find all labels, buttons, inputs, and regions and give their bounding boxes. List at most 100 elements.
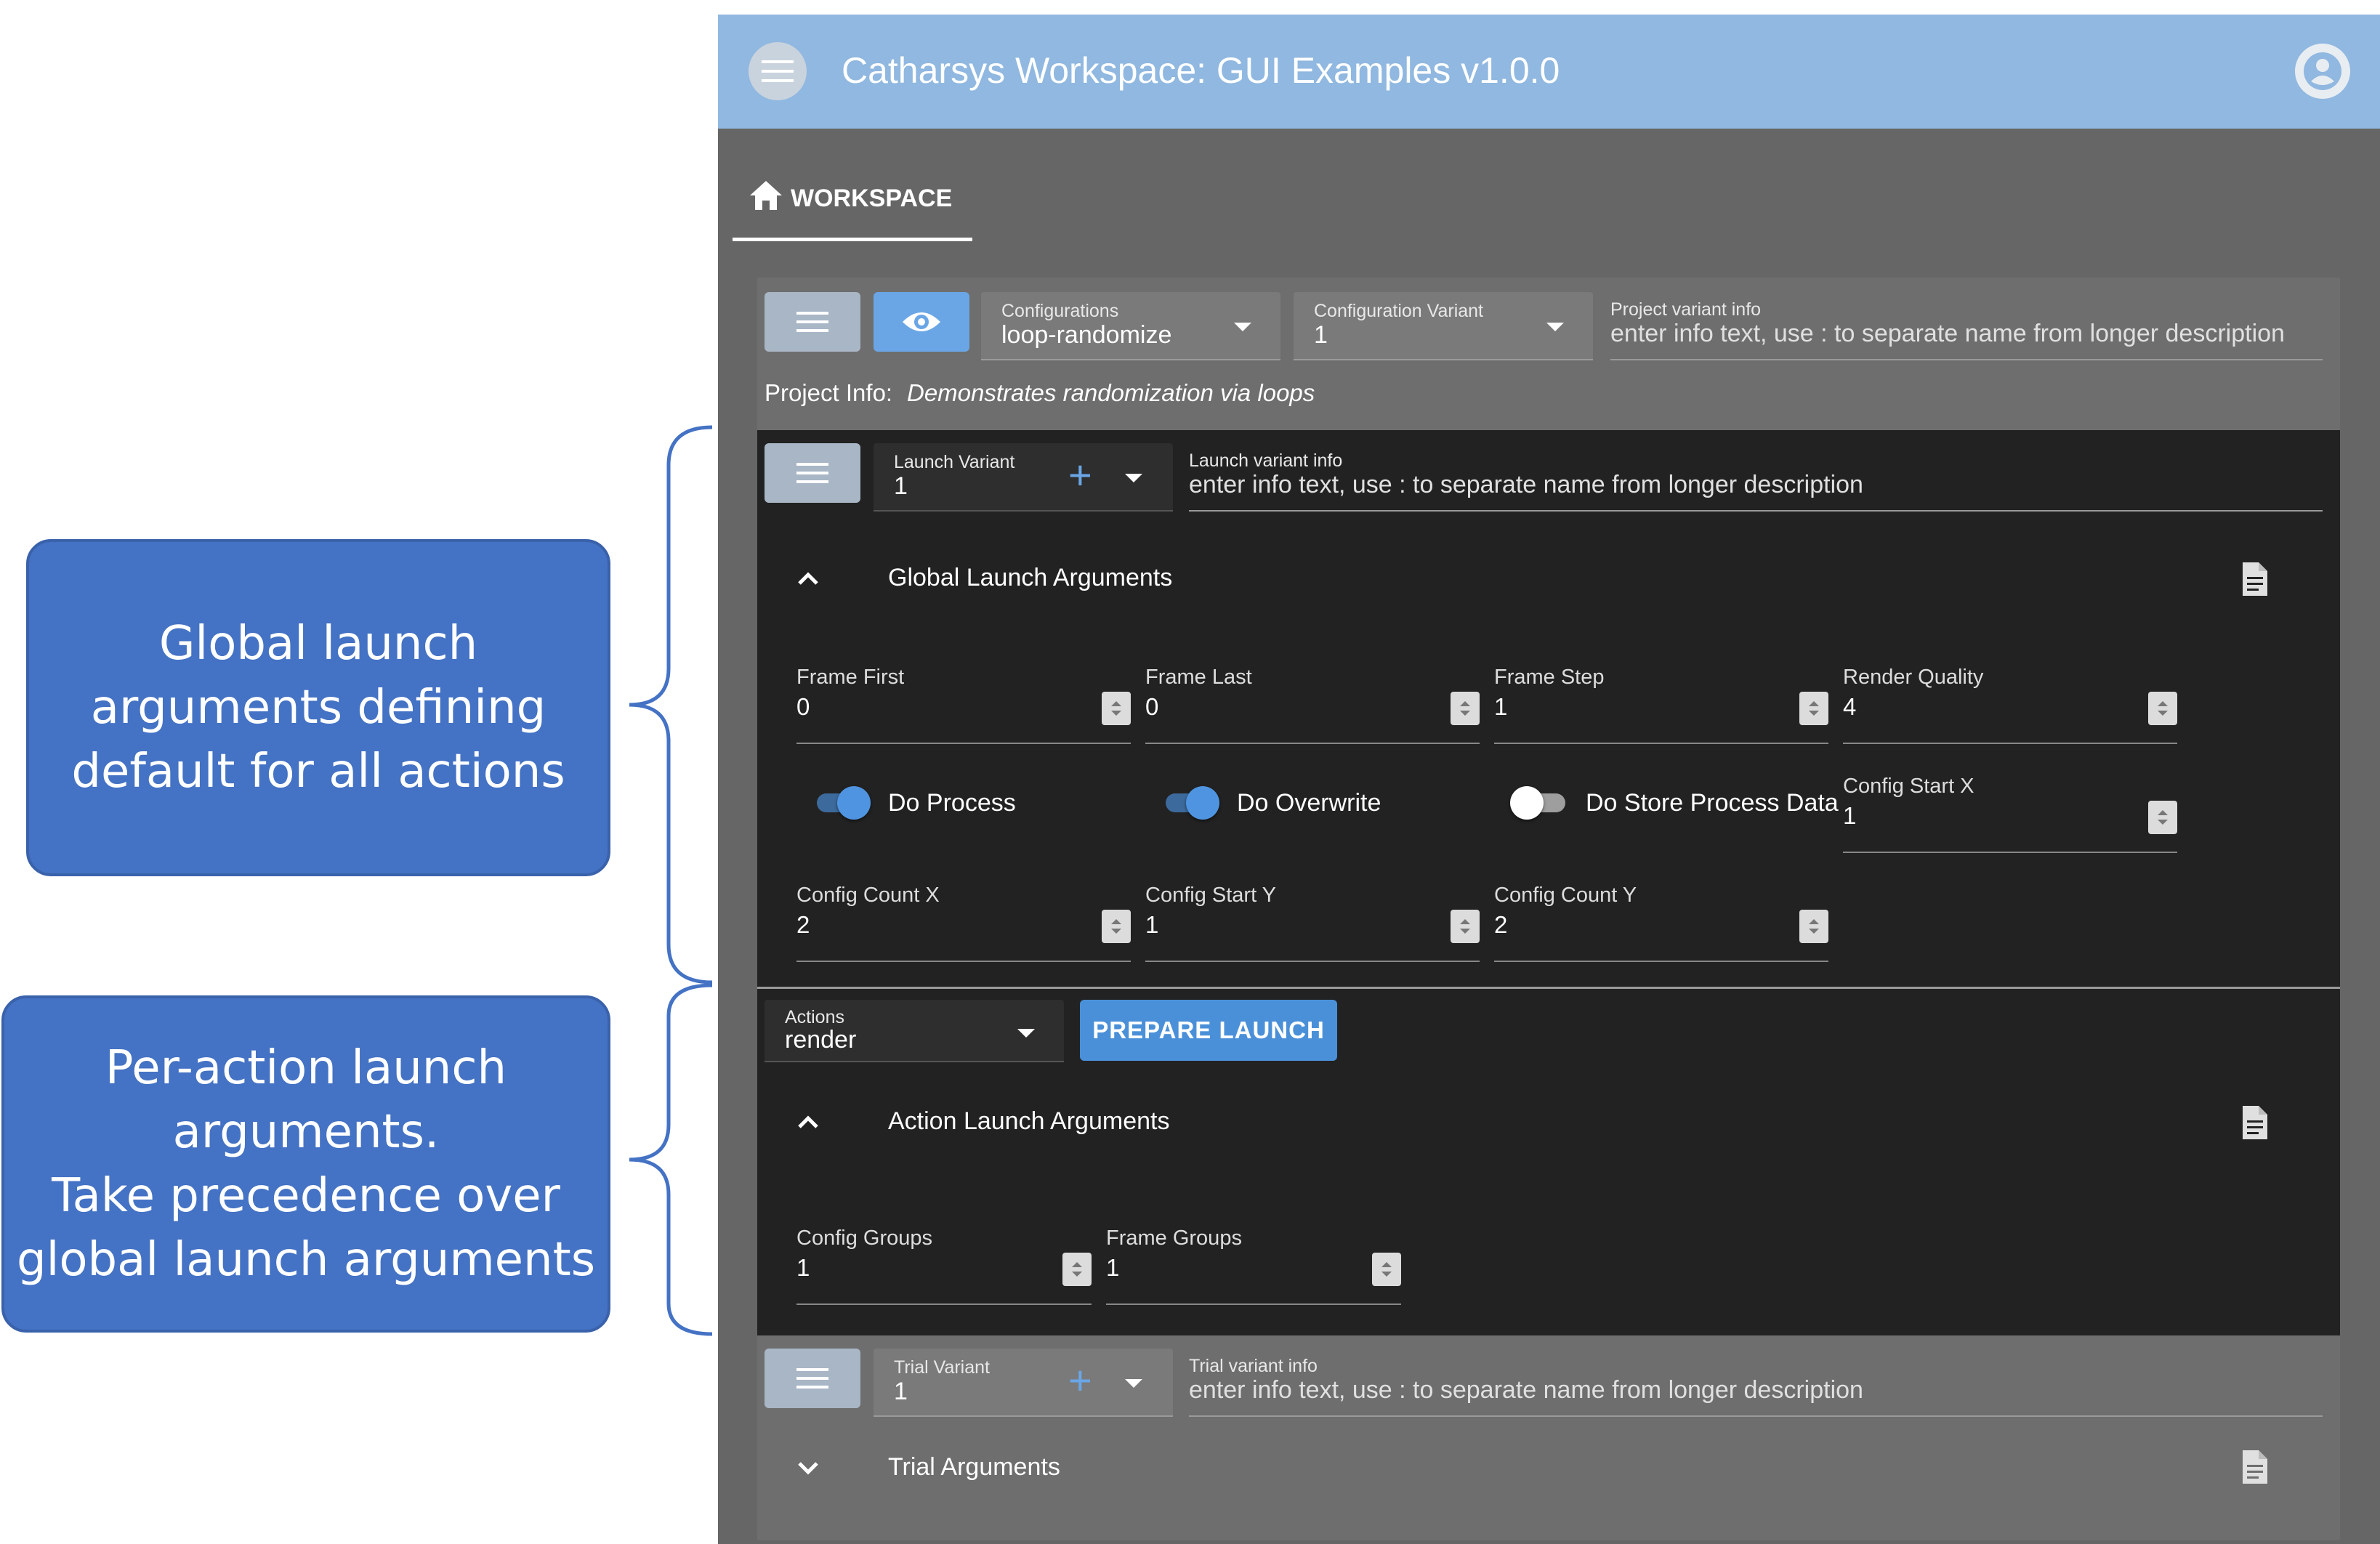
launch-variant-value: 1 [894,472,908,500]
config-variant-value: 1 [1314,321,1328,349]
configurations-value: loop-randomize [1001,321,1172,349]
launch-variant-caption: Launch Variant [894,452,1015,472]
eye-icon [903,312,940,331]
launch-panel: Launch Variant 1 + Launch variant info e… [757,430,2340,1004]
trial-variant-info-field[interactable]: Trial variant info enter info text, use … [1189,1349,2323,1417]
render-quality-field[interactable]: Render Quality 4 [1843,661,2177,744]
brace-global [629,425,713,985]
config-count-y-value: 2 [1494,911,1508,938]
do-overwrite-label: Do Overwrite [1237,789,1381,817]
stepper-icon[interactable] [1451,910,1480,943]
document-icon[interactable] [2240,1449,2269,1485]
do-store-process-data-label: Do Store Process Data [1586,789,1839,817]
callout-global-text: Global launch arguments defining default… [71,617,565,799]
stepper-icon[interactable] [1799,692,1828,725]
launch-variant-info-placeholder: enter info text, use : to separate name … [1189,471,1863,498]
config-groups-label: Config Groups [796,1226,932,1250]
tab-workspace[interactable]: WORKSPACE [733,158,972,241]
config-variant-select[interactable]: Configuration Variant 1 [1294,292,1593,360]
do-process-label: Do Process [888,789,1016,817]
stepper-icon[interactable] [1451,692,1480,725]
config-start-y-label: Config Start Y [1145,884,1277,907]
callout-global-args: Global launch arguments defining default… [26,539,610,876]
launch-menu-button[interactable] [765,443,860,503]
configurations-select[interactable]: Configurations loop-randomize [981,292,1280,360]
launch-variant-select[interactable]: Launch Variant 1 + [874,443,1173,512]
project-variant-info-placeholder: enter info text, use : to separate name … [1610,320,2285,347]
do-process-toggle[interactable] [812,785,871,820]
frame-groups-label: Frame Groups [1106,1226,1242,1250]
config-groups-field[interactable]: Config Groups 1 [796,1222,1092,1305]
frame-step-field[interactable]: Frame Step 1 [1494,661,1828,744]
stepper-icon[interactable] [1062,1253,1092,1286]
project-variant-info-field[interactable]: Project variant info enter info text, us… [1610,292,2323,360]
project-panel: Configurations loop-randomize Configurat… [757,278,2340,430]
stepper-icon[interactable] [1102,692,1131,725]
home-icon [750,181,782,210]
config-variant-caption: Configuration Variant [1314,301,1484,321]
chevron-down-icon[interactable] [1125,1379,1142,1388]
config-start-y-value: 1 [1145,911,1159,938]
frame-last-value: 0 [1145,693,1159,720]
chevron-down-icon[interactable] [1125,474,1142,482]
callout-per-action-args: Per-action launch arguments. Take preced… [1,995,610,1333]
document-icon[interactable] [2240,561,2269,597]
stepper-icon[interactable] [1799,910,1828,943]
trial-menu-button[interactable] [765,1349,860,1408]
do-overwrite-toggle[interactable] [1161,785,1219,820]
do-store-process-data-toggle[interactable] [1510,785,1568,820]
stepper-icon[interactable] [1372,1253,1401,1286]
chevron-down-icon [1017,1029,1035,1038]
config-start-x-field[interactable]: Config Start X 1 [1843,770,2177,853]
frame-last-field[interactable]: Frame Last 0 [1145,661,1480,744]
view-toggle-button[interactable] [874,292,969,352]
prepare-launch-button[interactable]: PREPARE LAUNCH [1080,1000,1337,1061]
configurations-caption: Configurations [1001,301,1119,321]
frame-groups-field[interactable]: Frame Groups 1 [1106,1222,1401,1305]
frame-first-field[interactable]: Frame First 0 [796,661,1131,744]
render-quality-value: 4 [1843,693,1857,720]
config-count-x-field[interactable]: Config Count X 2 [796,879,1131,962]
config-count-y-label: Config Count Y [1494,884,1637,907]
config-start-y-field[interactable]: Config Start Y 1 [1145,879,1480,962]
hamburger-menu-icon[interactable] [749,42,807,100]
config-start-x-value: 1 [1843,802,1857,829]
project-variant-info-caption: Project variant info [1610,299,1762,320]
config-count-y-field[interactable]: Config Count Y 2 [1494,879,1828,962]
chevron-down-icon[interactable] [794,1453,823,1482]
stepper-icon[interactable] [2148,692,2177,725]
tab-workspace-label: WORKSPACE [791,185,953,212]
config-start-x-label: Config Start X [1843,775,1974,798]
chevron-up-icon[interactable] [794,1107,823,1136]
actions-value: render [785,1026,857,1054]
project-menu-button[interactable] [765,292,860,352]
launch-variant-info-field[interactable]: Launch variant info enter info text, use… [1189,443,2323,512]
section-divider [757,987,2340,989]
trial-variant-caption: Trial Variant [894,1357,990,1378]
list-icon [796,312,828,332]
account-circle-icon[interactable] [2295,44,2350,99]
add-icon[interactable]: + [1068,455,1092,496]
brace-action [629,983,713,1336]
chevron-down-icon [1546,323,1564,331]
document-icon[interactable] [2240,1104,2269,1141]
stepper-icon[interactable] [1102,910,1131,943]
config-count-x-value: 2 [796,911,810,938]
stepper-icon[interactable] [2148,801,2177,834]
frame-step-label: Frame Step [1494,666,1605,689]
project-info-label: Project Info: [765,379,893,406]
list-icon [796,1368,828,1389]
chevron-down-icon [1234,323,1251,331]
trial-args-title: Trial Arguments [888,1453,1060,1481]
trial-variant-select[interactable]: Trial Variant 1 + [874,1349,1173,1417]
chevron-up-icon[interactable] [794,564,823,593]
action-launch-args-title: Action Launch Arguments [888,1107,1170,1135]
global-launch-args-title: Global Launch Arguments [888,564,1173,591]
frame-first-value: 0 [796,693,810,720]
actions-select[interactable]: Actions render [765,1000,1064,1062]
render-quality-label: Render Quality [1843,666,1984,689]
config-groups-value: 1 [796,1254,810,1281]
config-count-x-label: Config Count X [796,884,940,907]
add-icon[interactable]: + [1068,1360,1092,1401]
list-icon [796,463,828,483]
